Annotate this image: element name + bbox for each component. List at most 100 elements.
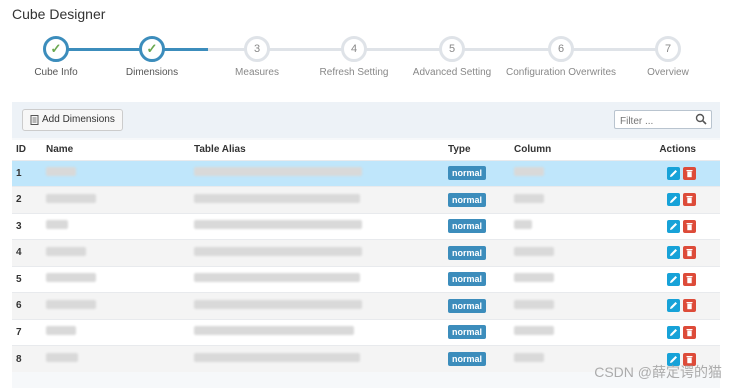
header-column[interactable]: Column <box>510 140 650 160</box>
row-name <box>42 186 190 213</box>
pencil-icon <box>670 169 677 177</box>
row-alias <box>190 345 444 372</box>
type-badge: normal <box>448 272 487 287</box>
row-alias <box>190 212 444 240</box>
row-id: 5 <box>12 265 42 293</box>
add-dimensions-label: Add Dimensions <box>42 114 115 125</box>
table-row[interactable]: 4 normal <box>12 239 720 266</box>
type-badge: normal <box>448 219 487 234</box>
delete-button[interactable] <box>683 246 696 260</box>
edit-button[interactable] <box>667 166 680 180</box>
wizard-steps: ✓ Cube Info ✓ Dimensions 3 Measures 4 Re… <box>0 34 732 84</box>
row-actions <box>650 239 720 266</box>
table-row[interactable]: 7 normal <box>12 318 720 346</box>
row-name <box>42 318 190 346</box>
redacted-text <box>46 353 78 362</box>
trash-icon <box>686 249 693 257</box>
search-icon[interactable] <box>695 113 707 125</box>
delete-button[interactable] <box>683 272 696 286</box>
row-name <box>42 159 190 187</box>
dimensions-panel: Add Dimensions ID Name Table Alias Type … <box>12 102 720 388</box>
row-column <box>510 212 650 240</box>
row-actions <box>650 292 720 319</box>
wizard-step-label: Overview <box>647 67 689 78</box>
redacted-text <box>514 220 532 230</box>
row-id: 7 <box>12 318 42 346</box>
row-column <box>510 318 650 346</box>
edit-button[interactable] <box>667 246 680 260</box>
row-type: normal <box>444 239 510 266</box>
row-id: 3 <box>12 212 42 240</box>
row-name <box>42 345 190 372</box>
redacted-text <box>194 220 362 230</box>
table-row[interactable]: 2 normal <box>12 186 720 213</box>
edit-button[interactable] <box>667 219 680 233</box>
type-badge: normal <box>448 192 487 207</box>
table-row[interactable]: 3 normal <box>12 212 720 240</box>
header-table-alias[interactable]: Table Alias <box>190 140 444 160</box>
row-name <box>42 292 190 319</box>
row-alias <box>190 159 444 187</box>
delete-button[interactable] <box>683 219 696 233</box>
row-type: normal <box>444 318 510 346</box>
row-name <box>42 265 190 293</box>
pencil-icon <box>670 302 677 310</box>
row-alias <box>190 292 444 319</box>
wizard-step-configuration-overwrites[interactable]: 6 Configuration Overwrites <box>501 36 621 78</box>
wizard-step-overview[interactable]: 7 Overview <box>608 36 728 78</box>
add-dimensions-button[interactable]: Add Dimensions <box>22 109 123 131</box>
dimensions-table: ID Name Table Alias Type Column Actions … <box>12 140 720 372</box>
redacted-text <box>514 246 554 256</box>
redacted-text <box>46 220 68 230</box>
delete-button[interactable] <box>683 325 696 339</box>
redacted-text <box>514 353 544 362</box>
row-actions <box>650 159 720 187</box>
delete-button[interactable] <box>683 193 696 207</box>
row-column <box>510 186 650 213</box>
delete-button[interactable] <box>683 166 696 180</box>
edit-button[interactable] <box>667 272 680 286</box>
wizard-step-advanced-setting[interactable]: 5 Advanced Setting <box>392 36 512 78</box>
edit-button[interactable] <box>667 325 680 339</box>
pencil-icon <box>670 196 677 204</box>
edit-button[interactable] <box>667 193 680 207</box>
redacted-text <box>514 167 544 177</box>
redacted-text <box>514 326 554 336</box>
redacted-text <box>46 246 86 256</box>
redacted-text <box>194 299 362 309</box>
row-actions <box>650 186 720 213</box>
row-id: 6 <box>12 292 42 319</box>
toolbar: Add Dimensions <box>12 102 720 138</box>
row-name <box>42 239 190 266</box>
table-row[interactable]: 1 normal <box>12 159 720 187</box>
trash-icon <box>686 328 693 336</box>
row-alias <box>190 239 444 266</box>
page-title: Cube Designer <box>12 6 106 22</box>
header-type[interactable]: Type <box>444 140 510 160</box>
header-id[interactable]: ID <box>12 140 42 160</box>
trash-icon <box>686 169 693 177</box>
redacted-text <box>194 326 354 336</box>
header-actions: Actions <box>650 140 720 160</box>
row-column <box>510 292 650 319</box>
redacted-text <box>514 299 554 309</box>
wizard-step-dimensions[interactable]: ✓ Dimensions <box>92 36 212 78</box>
step-number: 5 <box>439 36 465 62</box>
table-row[interactable]: 6 normal <box>12 292 720 319</box>
filter-input[interactable] <box>615 113 693 130</box>
row-type: normal <box>444 159 510 187</box>
delete-button[interactable] <box>683 299 696 313</box>
row-alias <box>190 265 444 293</box>
table-row[interactable]: 5 normal <box>12 265 720 293</box>
trash-icon <box>686 196 693 204</box>
check-icon: ✓ <box>139 36 165 62</box>
type-badge: normal <box>448 325 487 340</box>
header-name[interactable]: Name <box>42 140 190 160</box>
wizard-step-label: Configuration Overwrites <box>505 67 617 78</box>
filter-field[interactable] <box>614 110 712 130</box>
trash-icon <box>686 302 693 310</box>
redacted-text <box>194 273 360 283</box>
edit-button[interactable] <box>667 299 680 313</box>
redacted-text <box>194 193 360 203</box>
row-type: normal <box>444 186 510 213</box>
